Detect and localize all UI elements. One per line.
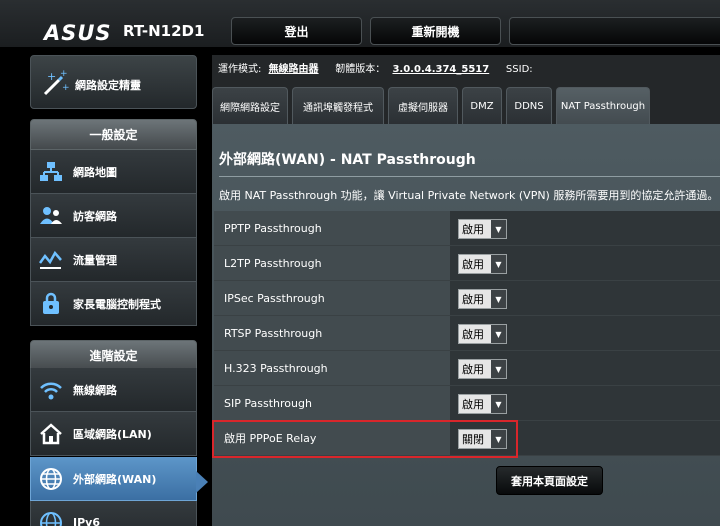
pppoe-relay-highlight-box xyxy=(212,420,518,458)
select-value: 啟用 xyxy=(462,398,484,411)
tab-internet-connection[interactable]: 網際網路設定 xyxy=(212,87,288,124)
setting-value-cell: 啟用 ▼ xyxy=(450,246,720,280)
nav-item-network-map[interactable]: 網路地圖 xyxy=(30,150,197,194)
mode-label: 運作模式: xyxy=(218,64,262,75)
select-value: 啟用 xyxy=(462,293,484,306)
page-title: 外部網路(WAN) - NAT Passthrough xyxy=(219,152,476,168)
setting-label: IPSec Passthrough xyxy=(214,281,450,315)
lan-home-icon xyxy=(40,423,62,445)
setting-value-cell: 啟用 ▼ xyxy=(450,316,720,350)
setting-label: SIP Passthrough xyxy=(214,386,450,420)
model-name: RT-N12D1 xyxy=(123,22,205,40)
select-value: 啟用 xyxy=(462,363,484,376)
svg-text:+: + xyxy=(62,83,69,93)
tab-port-trigger[interactable]: 通訊埠觸發程式 xyxy=(292,87,384,124)
traffic-manager-icon xyxy=(39,250,62,269)
table-row: IPSec Passthrough 啟用 ▼ xyxy=(214,281,720,316)
reboot-button[interactable]: 重新開機 xyxy=(370,17,501,45)
select-value: 啟用 xyxy=(462,223,484,236)
nav-label: 網路地圖 xyxy=(73,165,117,179)
nav-item-wireless[interactable]: 無線網路 xyxy=(30,368,197,412)
dropdown-arrow-icon: ▼ xyxy=(491,360,506,378)
h323-select[interactable]: 啟用 ▼ xyxy=(458,359,507,379)
advanced-section-header: 進階設定 xyxy=(30,340,197,371)
nav-item-wan[interactable]: 外部網路(WAN) xyxy=(30,457,197,501)
nav-label: 區域網路(LAN) xyxy=(73,427,152,441)
dropdown-arrow-icon: ▼ xyxy=(491,290,506,308)
tab-virtual-server[interactable]: 虛擬伺服器 xyxy=(388,87,458,124)
setting-value-cell: 啟用 ▼ xyxy=(450,386,720,420)
tab-nat-passthrough[interactable]: NAT Passthrough xyxy=(556,87,650,124)
guest-network-icon xyxy=(40,207,62,224)
setting-label: L2TP Passthrough xyxy=(214,246,450,280)
network-map-icon xyxy=(40,162,62,181)
select-value: 啟用 xyxy=(462,258,484,271)
quick-setup-button[interactable]: + + + 網路設定精靈 xyxy=(30,55,197,109)
table-row: PPTP Passthrough 啟用 ▼ xyxy=(214,211,720,246)
parental-control-icon xyxy=(43,292,59,314)
logout-button[interactable]: 登出 xyxy=(231,17,362,45)
asus-logo: ASUS xyxy=(44,21,112,45)
nav-item-lan[interactable]: 區域網路(LAN) xyxy=(30,412,197,456)
title-divider xyxy=(219,176,720,177)
top-right-bar xyxy=(509,17,720,45)
nav-label: 訪客網路 xyxy=(73,209,117,223)
setting-value-cell: 啟用 ▼ xyxy=(450,281,720,315)
apply-button[interactable]: 套用本頁面設定 xyxy=(496,466,603,495)
active-nav-pointer xyxy=(196,471,208,493)
nav-label: 流量管理 xyxy=(73,253,117,267)
nav-label: IPv6 xyxy=(73,516,100,526)
dropdown-arrow-icon: ▼ xyxy=(491,325,506,343)
wireless-icon xyxy=(40,382,62,400)
nav-item-traffic-manager[interactable]: 流量管理 xyxy=(30,238,197,282)
status-info-bar: 運作模式: 無線路由器 韌體版本： 3.0.0.4.374_5517 SSID: xyxy=(218,60,537,75)
select-value: 啟用 xyxy=(462,328,484,341)
rtsp-select[interactable]: 啟用 ▼ xyxy=(458,324,507,344)
svg-text:+: + xyxy=(60,69,68,79)
firmware-version-link[interactable]: 3.0.0.4.374_5517 xyxy=(392,64,489,75)
page-description: 啟用 NAT Passthrough 功能，讓 Virtual Private … xyxy=(219,189,719,202)
table-row: RTSP Passthrough 啟用 ▼ xyxy=(214,316,720,351)
quick-setup-label: 網路設定精靈 xyxy=(75,79,141,92)
table-row: H.323 Passthrough 啟用 ▼ xyxy=(214,351,720,386)
nav-label: 家長電腦控制程式 xyxy=(73,297,161,311)
dropdown-arrow-icon: ▼ xyxy=(491,395,506,413)
setting-label: RTSP Passthrough xyxy=(214,316,450,350)
tab-dmz[interactable]: DMZ xyxy=(462,87,502,124)
magic-wand-icon: + + + xyxy=(43,69,69,96)
mode-value-link[interactable]: 無線路由器 xyxy=(269,64,319,75)
ipsec-select[interactable]: 啟用 ▼ xyxy=(458,289,507,309)
sip-select[interactable]: 啟用 ▼ xyxy=(458,394,507,414)
nav-item-guest-network[interactable]: 訪客網路 xyxy=(30,194,197,238)
table-row: L2TP Passthrough 啟用 ▼ xyxy=(214,246,720,281)
wan-globe-icon xyxy=(40,468,62,490)
dropdown-arrow-icon: ▼ xyxy=(491,220,506,238)
table-row: SIP Passthrough 啟用 ▼ xyxy=(214,386,720,421)
firmware-label: 韌體版本： xyxy=(335,64,386,75)
svg-text:+: + xyxy=(47,70,56,83)
nav-item-parental-control[interactable]: 家長電腦控制程式 xyxy=(30,282,197,326)
nav-item-ipv6[interactable]: IPv6 xyxy=(30,501,197,526)
nav-label: 外部網路(WAN) xyxy=(73,472,157,486)
l2tp-select[interactable]: 啟用 ▼ xyxy=(458,254,507,274)
setting-label: PPTP Passthrough xyxy=(214,211,450,245)
dropdown-arrow-icon: ▼ xyxy=(491,255,506,273)
nav-label: 無線網路 xyxy=(73,383,117,397)
pptp-select[interactable]: 啟用 ▼ xyxy=(458,219,507,239)
setting-value-cell: 啟用 ▼ xyxy=(450,351,720,385)
tab-ddns[interactable]: DDNS xyxy=(506,87,552,124)
setting-value-cell: 啟用 ▼ xyxy=(450,211,720,245)
ssid-label: SSID: xyxy=(505,64,533,75)
setting-label: H.323 Passthrough xyxy=(214,351,450,385)
ipv6-globe-icon xyxy=(40,512,62,526)
general-section-header: 一般設定 xyxy=(30,119,197,150)
